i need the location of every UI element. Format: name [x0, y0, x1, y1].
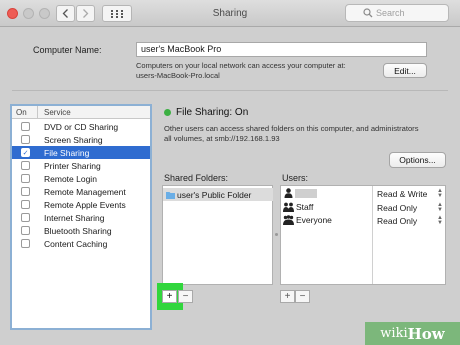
splitter-handle[interactable] [275, 233, 278, 236]
service-checkbox[interactable] [21, 200, 30, 209]
permission-select[interactable]: Read Only [377, 203, 417, 213]
network-address-note: Computers on your local network can acce… [136, 61, 346, 81]
service-checkbox[interactable] [21, 161, 30, 170]
group-icon [283, 202, 294, 212]
description-line2: all volumes, at smb://192.168.1.93 [164, 134, 280, 143]
computer-name-label: Computer Name: [33, 45, 102, 55]
shared-folder-name: user's Public Folder [177, 190, 252, 200]
network-note-line2: users-MacBook-Pro.local [136, 71, 220, 80]
service-row[interactable]: Printer Sharing [12, 159, 150, 172]
service-checkbox[interactable] [21, 187, 30, 196]
description-line1: Other users can access shared folders on… [164, 124, 419, 133]
folder-icon [166, 192, 175, 199]
service-label: Remote Apple Events [44, 200, 126, 210]
file-sharing-status: File Sharing: On [176, 107, 249, 118]
user-row-owner[interactable] [284, 188, 317, 200]
service-checkbox[interactable] [21, 174, 30, 183]
service-label: File Sharing [44, 148, 90, 158]
shared-folder-row[interactable]: user's Public Folder [163, 188, 273, 201]
services-list[interactable]: On Service DVD or CD Sharing Screen Shari… [10, 104, 152, 330]
user-row-everyone[interactable]: Everyone [283, 215, 332, 227]
service-label: Printer Sharing [44, 161, 101, 171]
service-label: Remote Login [44, 174, 97, 184]
options-button[interactable]: Options... [389, 152, 446, 168]
service-row[interactable]: Internet Sharing [12, 211, 150, 224]
service-row[interactable]: Screen Sharing [12, 133, 150, 146]
permission-select[interactable]: Read & Write [377, 189, 427, 199]
permission-select[interactable]: Read Only [377, 216, 417, 226]
service-row[interactable]: Remote Apple Events [12, 198, 150, 211]
status-on-icon [164, 109, 171, 116]
edit-button[interactable]: Edit... [383, 63, 427, 78]
service-checkbox[interactable] [21, 135, 30, 144]
service-label: Remote Management [44, 187, 126, 197]
service-row[interactable]: ✓ File Sharing [12, 146, 150, 159]
service-label: Bluetooth Sharing [44, 226, 112, 236]
divider [12, 90, 448, 91]
stepper-icon: ▲ ▼ [437, 188, 443, 199]
user-name: Staff [296, 202, 314, 212]
service-label: Content Caching [44, 239, 108, 249]
network-note-line1: Computers on your local network can acce… [136, 61, 346, 70]
search-input[interactable]: Search [345, 4, 449, 22]
search-icon [363, 8, 373, 18]
users-label: Users: [282, 173, 309, 183]
column-service-header: Service [44, 108, 71, 117]
blurred-username [295, 189, 317, 198]
wikihow-watermark: wiki How [365, 322, 460, 345]
service-checkbox[interactable] [21, 213, 30, 222]
service-row[interactable]: Remote Login [12, 172, 150, 185]
user-icon [284, 188, 293, 198]
stepper-icon: ▲ ▼ [437, 215, 443, 226]
file-sharing-description: Other users can access shared folders on… [164, 124, 419, 144]
add-user-button[interactable]: + [280, 290, 295, 303]
computer-name-field[interactable]: user's MacBook Pro [136, 42, 427, 57]
remove-folder-button[interactable]: − [178, 290, 193, 303]
service-row[interactable]: Bluetooth Sharing [12, 224, 150, 237]
service-checkbox[interactable]: ✓ [21, 148, 30, 157]
services-header: On Service [12, 106, 150, 119]
column-on-header: On [16, 108, 27, 117]
add-folder-button[interactable]: + [162, 290, 177, 303]
service-row[interactable]: Remote Management [12, 185, 150, 198]
title-bar: Sharing Search [0, 0, 460, 27]
user-name: Everyone [296, 215, 332, 225]
service-row[interactable]: Content Caching [12, 237, 150, 250]
remove-user-button[interactable]: − [295, 290, 310, 303]
service-checkbox[interactable] [21, 226, 30, 235]
service-label: Screen Sharing [44, 135, 103, 145]
watermark-part2: How [407, 324, 445, 343]
stepper-icon: ▲ ▼ [437, 202, 443, 213]
service-label: Internet Sharing [44, 213, 105, 223]
service-checkbox[interactable] [21, 239, 30, 248]
users-list[interactable] [280, 185, 446, 285]
service-label: DVD or CD Sharing [44, 122, 119, 132]
service-row[interactable]: DVD or CD Sharing [12, 120, 150, 133]
service-checkbox[interactable] [21, 122, 30, 131]
watermark-part1: wiki [380, 326, 408, 341]
everyone-icon [283, 215, 294, 225]
shared-folders-label: Shared Folders: [164, 173, 229, 183]
user-row-staff[interactable]: Staff [283, 202, 313, 214]
search-placeholder: Search [376, 8, 405, 18]
